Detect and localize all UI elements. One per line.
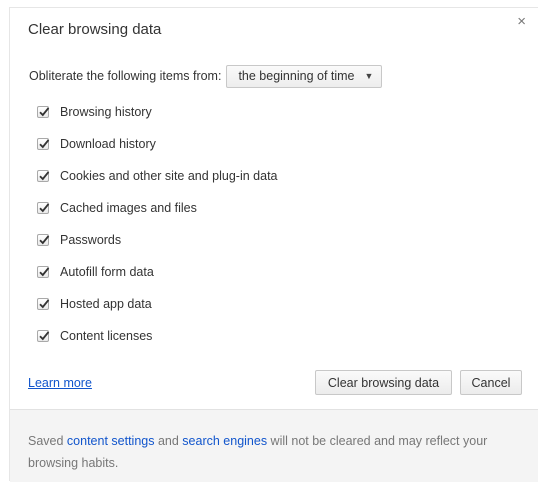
cancel-button[interactable]: Cancel <box>460 370 522 395</box>
passwords-label: Passwords <box>60 233 122 247</box>
time-range-selected-value: the beginning of time <box>238 69 355 83</box>
list-item[interactable]: Autofill form data <box>37 256 278 288</box>
close-icon[interactable]: × <box>517 13 526 31</box>
search-engines-link[interactable]: search engines <box>182 434 267 448</box>
browsing-history-label: Browsing history <box>60 105 152 119</box>
list-item[interactable]: Passwords <box>37 224 278 256</box>
download-history-checkbox[interactable] <box>37 138 50 150</box>
content-licenses-checkbox[interactable] <box>37 330 50 342</box>
list-item[interactable]: Download history <box>37 128 278 160</box>
cookies-checkbox[interactable] <box>37 170 50 182</box>
cookies-label: Cookies and other site and plug-in data <box>60 169 278 183</box>
dialog-title: Clear browsing data <box>28 21 162 38</box>
list-item[interactable]: Hosted app data <box>37 288 278 320</box>
browsing-history-checkbox[interactable] <box>37 106 50 118</box>
download-history-label: Download history <box>60 137 156 151</box>
content-settings-link[interactable]: content settings <box>67 434 155 448</box>
data-type-list: Browsing history Download history Cookie… <box>37 96 278 352</box>
list-item[interactable]: Browsing history <box>37 96 278 128</box>
cached-images-label: Cached images and files <box>60 201 197 215</box>
list-item[interactable]: Cookies and other site and plug-in data <box>37 160 278 192</box>
clear-browsing-data-dialog: Clear browsing data × Obliterate the fol… <box>9 7 538 482</box>
clear-browsing-data-button[interactable]: Clear browsing data <box>315 370 452 395</box>
footer-notice: Saved content settings and search engine… <box>10 409 538 482</box>
time-range-label: Obliterate the following items from: <box>29 69 222 83</box>
passwords-checkbox[interactable] <box>37 234 50 246</box>
list-item[interactable]: Cached images and files <box>37 192 278 224</box>
hosted-app-data-checkbox[interactable] <box>37 298 50 310</box>
footer-middle: and <box>154 434 183 448</box>
content-licenses-label: Content licenses <box>60 329 153 343</box>
cached-images-checkbox[interactable] <box>37 202 50 214</box>
hosted-app-data-label: Hosted app data <box>60 297 152 311</box>
learn-more-link[interactable]: Learn more <box>28 376 92 390</box>
autofill-checkbox[interactable] <box>37 266 50 278</box>
list-item[interactable]: Content licenses <box>37 320 278 352</box>
time-range-row: Obliterate the following items from: the… <box>29 64 383 88</box>
dropdown-arrow-icon: ▼ <box>364 71 374 81</box>
autofill-label: Autofill form data <box>60 265 154 279</box>
footer-text: Saved content settings and search engine… <box>28 430 508 474</box>
time-range-select[interactable]: the beginning of time ▼ <box>226 64 383 88</box>
footer-prefix: Saved <box>28 434 67 448</box>
